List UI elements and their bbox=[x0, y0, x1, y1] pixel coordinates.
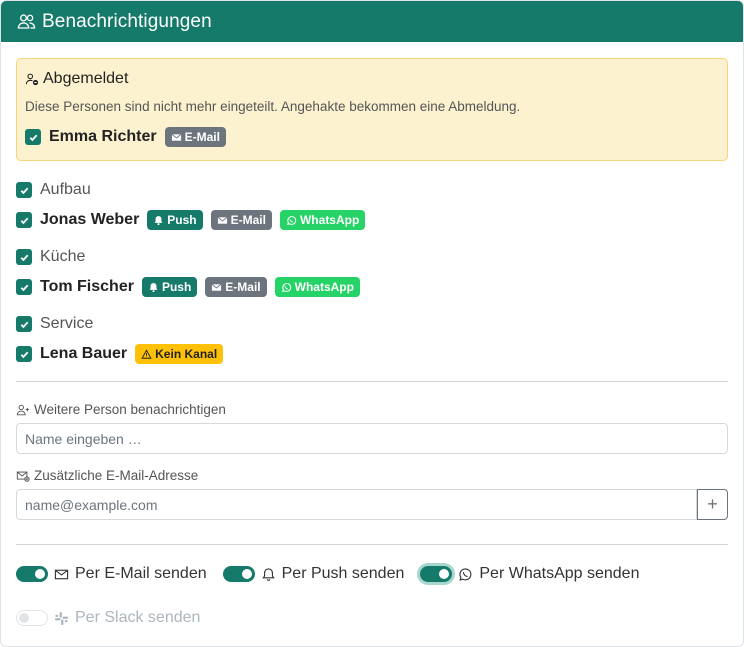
email-toggle[interactable] bbox=[16, 566, 48, 582]
person-name: Jonas Weber bbox=[40, 211, 140, 228]
person-name: Lena Bauer bbox=[40, 345, 128, 362]
whatsapp-icon bbox=[459, 567, 472, 581]
push-switch[interactable]: Per Push senden bbox=[222, 565, 404, 583]
people-icon bbox=[17, 14, 36, 29]
add-email-button[interactable]: + bbox=[697, 489, 728, 520]
no-channel-badge: Kein Kanal bbox=[135, 344, 224, 364]
group-checkbox[interactable] bbox=[16, 182, 32, 198]
person-name: Emma Richter bbox=[49, 128, 157, 145]
group-label: Küche bbox=[40, 248, 86, 265]
person-checkbox[interactable] bbox=[16, 279, 32, 295]
whatsapp-badge: WhatsApp bbox=[279, 210, 366, 230]
envelope-icon bbox=[171, 133, 181, 141]
add-person-label: Weitere Person benachrichtigen bbox=[16, 402, 728, 417]
whatsapp-toggle[interactable] bbox=[420, 566, 453, 582]
alert-description: Diese Personen sind nicht mehr eingeteil… bbox=[25, 99, 521, 114]
envelope-plus-icon bbox=[16, 471, 30, 482]
person-checkbox[interactable] bbox=[16, 212, 32, 228]
whatsapp-icon bbox=[281, 282, 291, 292]
envelope-icon bbox=[211, 283, 222, 291]
whatsapp-switch[interactable]: Per WhatsApp senden bbox=[420, 565, 639, 583]
person-row: Tom Fischer Push E-Mail WhatsApp bbox=[16, 277, 728, 297]
group-checkbox[interactable] bbox=[16, 316, 32, 332]
divider bbox=[16, 544, 728, 545]
person-name: Tom Fischer bbox=[40, 278, 134, 295]
slack-switch[interactable]: Per Slack senden bbox=[16, 609, 200, 627]
push-badge: Push bbox=[147, 210, 203, 230]
unsubscribed-person-row: Emma Richter E-Mail bbox=[25, 127, 719, 147]
bell-icon bbox=[149, 282, 158, 292]
email-badge: E-Mail bbox=[205, 277, 267, 297]
divider bbox=[16, 381, 728, 382]
group-label: Aufbau bbox=[40, 181, 91, 198]
person-checkbox[interactable] bbox=[25, 129, 41, 145]
person-row: Lena Bauer Kein Kanal bbox=[16, 344, 728, 364]
slack-toggle[interactable] bbox=[16, 610, 48, 626]
alert-title: Abgemeldet bbox=[43, 69, 129, 87]
group-label: Service bbox=[40, 315, 94, 332]
envelope-icon bbox=[54, 569, 69, 579]
extra-email-group: + bbox=[16, 489, 728, 520]
slack-switch-row: Per Slack senden bbox=[16, 609, 728, 627]
card-header: Benachrichtigungen bbox=[1, 1, 743, 42]
person-row: Jonas Weber Push E-Mail WhatsApp bbox=[16, 210, 728, 230]
push-badge: Push bbox=[141, 277, 198, 297]
check-icon bbox=[29, 134, 37, 141]
envelope-icon bbox=[217, 216, 228, 224]
email-badge: E-Mail bbox=[164, 127, 226, 147]
channel-switches: Per E-Mail senden Per Push senden Per Wh… bbox=[16, 565, 728, 583]
check-icon bbox=[20, 217, 28, 224]
email-badge: E-Mail bbox=[210, 210, 272, 230]
person-plus-icon bbox=[16, 404, 30, 415]
push-toggle[interactable] bbox=[222, 566, 255, 582]
card-title: Benachrichtigungen bbox=[42, 10, 212, 32]
warning-icon bbox=[141, 348, 152, 359]
whatsapp-icon bbox=[287, 215, 297, 225]
group-service[interactable]: Service bbox=[16, 315, 728, 333]
slack-icon bbox=[54, 611, 69, 625]
bell-icon bbox=[154, 215, 163, 225]
bell-icon bbox=[261, 567, 275, 581]
check-icon bbox=[20, 351, 28, 358]
person-dash-icon bbox=[25, 73, 39, 85]
unsubscribed-alert: Abgemeldet Diese Personen sind nicht meh… bbox=[16, 58, 728, 161]
check-icon bbox=[20, 254, 28, 261]
check-icon bbox=[20, 187, 28, 194]
extra-email-input[interactable] bbox=[16, 489, 697, 520]
add-person-input[interactable] bbox=[16, 423, 728, 454]
group-aufbau[interactable]: Aufbau bbox=[16, 181, 728, 199]
extra-email-label: Zusätzliche E-Mail-Adresse bbox=[16, 468, 728, 483]
group-kueche[interactable]: Küche bbox=[16, 248, 728, 266]
email-switch[interactable]: Per E-Mail senden bbox=[16, 565, 207, 583]
check-icon bbox=[20, 321, 28, 328]
group-checkbox[interactable] bbox=[16, 249, 32, 265]
whatsapp-badge: WhatsApp bbox=[274, 277, 360, 297]
person-checkbox[interactable] bbox=[16, 346, 32, 362]
notifications-card: Benachrichtigungen Abgemeldet Diese Pers… bbox=[0, 0, 744, 647]
check-icon bbox=[20, 284, 28, 291]
